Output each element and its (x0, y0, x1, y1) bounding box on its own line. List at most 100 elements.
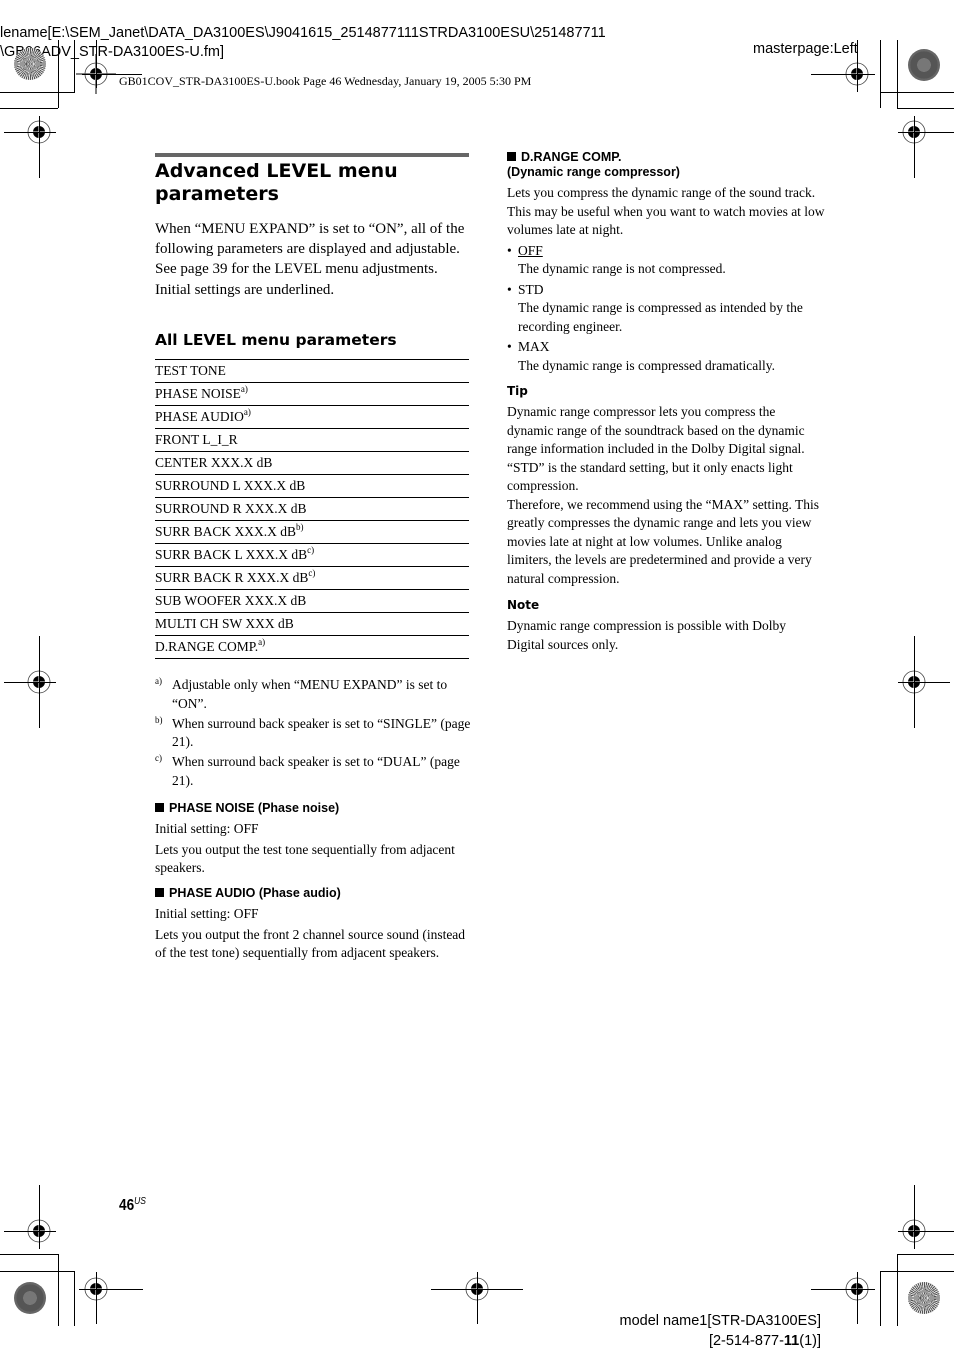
parameter-label: PHASE AUDIO (155, 409, 244, 424)
section-description: Lets you output the front 2 channel sour… (155, 926, 466, 961)
parameter-row: SURR BACK R XXX.X dBc) (155, 567, 469, 590)
registration-line (96, 40, 97, 88)
parameter-row: CENTER XXX.X dB (155, 452, 469, 475)
parameter-label: PHASE NOISE (155, 386, 241, 401)
footnote-ref: a) (243, 407, 251, 417)
page-number-suffix: US (134, 1196, 146, 1207)
registration-line (4, 132, 56, 133)
section-heading-text: PHASE AUDIO (Phase audio) (169, 886, 341, 900)
parameter-label: MULTI CH SW XXX dB (155, 616, 294, 631)
crop-line (0, 1254, 58, 1255)
part-number-bold: 11 (783, 1333, 800, 1349)
registration-line (811, 1289, 875, 1290)
crop-line (880, 40, 881, 108)
table-title: All LEVEL menu parameters (155, 331, 397, 349)
section-heading-text: D.RANGE COMP. (521, 150, 622, 164)
crop-line (58, 40, 59, 108)
section-heading: D.RANGE COMP. (Dynamic range compressor) (507, 150, 825, 180)
section-heading-text: PHASE NOISE (Phase noise) (169, 801, 340, 815)
footnote-text: Adjustable only when “MENU EXPAND” is se… (172, 677, 448, 711)
footnote: b) When surround back speaker is set to “… (155, 715, 475, 752)
square-bullet-icon (507, 152, 516, 161)
book-info-line: GB01COV_STR-DA3100ES-U.book Page 46 Wedn… (119, 74, 532, 88)
tip-paragraph: Therefore, we recommend using the “MAX” … (507, 496, 820, 586)
parameter-table: TEST TONE PHASE NOISEa) PHASE AUDIOa) FRONT… (155, 359, 469, 659)
crop-line (897, 1254, 898, 1326)
option-description: The dynamic range is compressed dramatic… (518, 357, 776, 373)
footnotes: a) Adjustable only when “MENU EXPAND” is … (155, 676, 475, 792)
registration-line (39, 636, 40, 728)
parameter-label: SURROUND R XXX.X dB (155, 501, 307, 516)
crop-line (880, 1271, 954, 1272)
footnote-mark: a) (155, 676, 162, 686)
footnote-mark: c) (155, 753, 162, 763)
crop-line (897, 1254, 954, 1255)
registration-line (857, 1272, 858, 1324)
option-description: The dynamic range is compressed as inten… (518, 300, 803, 334)
parameter-label: SURR BACK XXX.X dB (155, 524, 297, 539)
parameter-row: FRONT L_I_R (155, 429, 469, 452)
parameter-row: D.RANGE COMP.a) (155, 636, 469, 659)
option-label: OFF (518, 242, 543, 258)
color-rosette-icon (14, 1282, 46, 1314)
footnote-ref: a) (258, 637, 266, 647)
tip-paragraph: Dynamic range compressor lets you compre… (507, 404, 805, 493)
color-rosette-icon (908, 49, 940, 81)
parameter-row: PHASE NOISEa) (155, 383, 469, 406)
parameter-row: SURROUND L XXX.X dB (155, 475, 469, 498)
parameter-row: TEST TONE (155, 360, 469, 383)
registration-line (898, 682, 950, 683)
tip-heading: Tip (507, 384, 528, 398)
note-heading: Note (507, 598, 540, 612)
parameter-label: D.RANGE COMP. (155, 639, 259, 654)
footnote-ref: c) (307, 545, 315, 555)
option-item: OFF (507, 242, 825, 261)
footnote: a) Adjustable only when “MENU EXPAND” is … (155, 676, 475, 713)
model-info: model name1[STR-DA3100ES] [2-514-877-11(… (620, 1311, 822, 1351)
crop-line (897, 108, 954, 109)
crop-line (74, 1271, 75, 1326)
file-path-line-1: lename[E:\SEM_Janet\DATA_DA3100ES\J90416… (0, 25, 606, 41)
crop-line (0, 108, 58, 109)
parameter-row: SURR BACK L XXX.X dBc) (155, 544, 469, 567)
page-title: Advanced LEVEL menu parameters (155, 160, 398, 205)
registration-line (898, 1231, 954, 1232)
footnote: c) When surround back speaker is set to “… (155, 753, 475, 790)
square-bullet-icon (155, 803, 164, 812)
registration-line (96, 1272, 97, 1324)
registration-line (914, 1185, 915, 1249)
section-description: Lets you compress the dynamic range of t… (507, 185, 825, 237)
crop-line (74, 40, 75, 93)
intro-paragraph: When “MENU EXPAND” is set to “ON”, all o… (155, 221, 465, 258)
registration-line (914, 116, 915, 178)
option-item: MAX (507, 338, 825, 357)
parameter-row: SURR BACK XXX.X dBb) (155, 521, 469, 544)
registration-line (811, 74, 875, 75)
parameter-label: SUB WOOFER XXX.X dB (155, 593, 307, 608)
option-description: The dynamic range is not compressed. (518, 261, 726, 276)
registration-line (39, 116, 40, 178)
initial-setting: Initial setting: OFF (155, 906, 259, 921)
initial-setting: Initial setting: OFF (155, 821, 259, 836)
page-number: 46US (119, 1196, 146, 1215)
intro-paragraph: See page 39 for the LEVEL menu adjustmen… (155, 261, 438, 278)
crop-line (0, 1271, 74, 1272)
parameter-label: TEST TONE (155, 363, 226, 378)
registration-line (4, 682, 56, 683)
parameter-row: PHASE AUDIOa) (155, 406, 469, 429)
section-rule (155, 153, 469, 157)
option-item: STD (507, 281, 825, 300)
footnote-ref: c) (308, 568, 316, 578)
parameter-label: CENTER XXX.X dB (155, 455, 273, 470)
parameter-label: SURROUND L XXX.X dB (155, 478, 306, 493)
model-name: model name1[STR-DA3100ES] (619, 1313, 822, 1329)
note-text: Dynamic range compression is possible wi… (507, 618, 786, 652)
parameter-row: SUB WOOFER XXX.X dB (155, 590, 469, 613)
footnote-mark: b) (155, 714, 163, 725)
option-label: MAX (518, 339, 550, 354)
part-number: [2-514-877-11(1)] (620, 1331, 821, 1351)
registration-line (857, 40, 858, 92)
option-label: STD (518, 281, 544, 297)
square-bullet-icon (155, 888, 164, 897)
section-heading: PHASE AUDIO (Phase audio) (155, 886, 471, 901)
